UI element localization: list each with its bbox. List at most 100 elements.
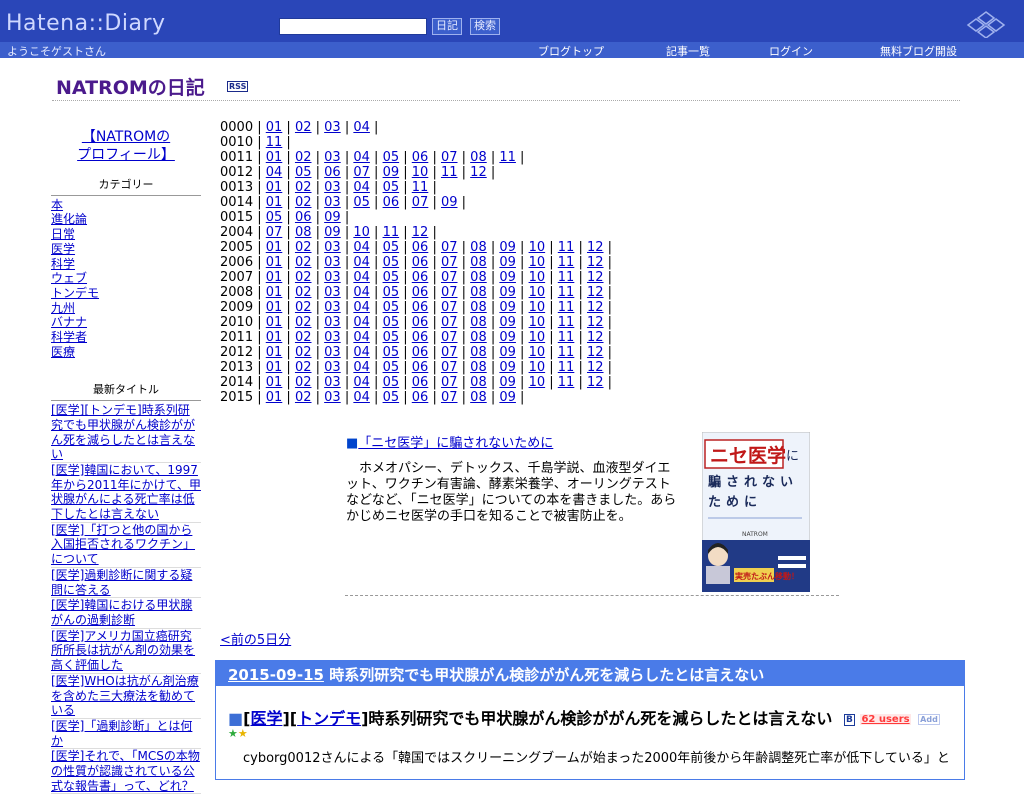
archive-month-link[interactable]: 10 — [529, 240, 546, 255]
archive-month-link[interactable]: 04 — [353, 120, 370, 135]
archive-month-link[interactable]: 07 — [441, 150, 458, 165]
archive-month-link[interactable]: 09 — [324, 210, 341, 225]
book-cover-image[interactable]: ニセ医学 に 騙されない ために NATROM 実売たぶん移動！ — [702, 432, 810, 592]
archive-month-link[interactable]: 05 — [383, 360, 400, 375]
archive-month-link[interactable]: 08 — [470, 375, 487, 390]
archive-month-link[interactable]: 01 — [266, 345, 283, 360]
archive-month-link[interactable]: 04 — [353, 330, 370, 345]
archive-month-link[interactable]: 05 — [383, 300, 400, 315]
archive-month-link[interactable]: 04 — [353, 150, 370, 165]
archive-month-link[interactable]: 06 — [412, 285, 429, 300]
archive-month-link[interactable]: 12 — [587, 270, 604, 285]
archive-month-link[interactable]: 11 — [558, 330, 575, 345]
archive-month-link[interactable]: 02 — [295, 240, 312, 255]
archive-month-link[interactable]: 08 — [470, 300, 487, 315]
category-link-tondemo[interactable]: トンデモ — [297, 709, 361, 728]
archive-month-link[interactable]: 07 — [441, 330, 458, 345]
archive-month-link[interactable]: 06 — [412, 330, 429, 345]
archive-month-link[interactable]: 07 — [441, 345, 458, 360]
archive-month-link[interactable]: 10 — [412, 165, 429, 180]
archive-month-link[interactable]: 03 — [324, 330, 341, 345]
entry-square-icon[interactable]: ■ — [228, 709, 243, 728]
archive-month-link[interactable]: 07 — [441, 240, 458, 255]
archive-month-link[interactable]: 11 — [558, 240, 575, 255]
book-promo-link[interactable]: 「ニセ医学」に騙されないために — [358, 436, 553, 451]
category-link[interactable]: 医療 — [51, 345, 75, 359]
archive-month-link[interactable]: 12 — [587, 300, 604, 315]
archive-month-link[interactable]: 07 — [266, 225, 283, 240]
archive-month-link[interactable]: 01 — [266, 270, 283, 285]
archive-month-link[interactable]: 05 — [383, 270, 400, 285]
archive-month-link[interactable]: 04 — [353, 180, 370, 195]
archive-month-link[interactable]: 05 — [383, 285, 400, 300]
category-link[interactable]: トンデモ — [51, 286, 99, 300]
archive-month-link[interactable]: 11 — [558, 285, 575, 300]
archive-month-link[interactable]: 01 — [266, 180, 283, 195]
archive-month-link[interactable]: 12 — [587, 255, 604, 270]
archive-month-link[interactable]: 01 — [266, 120, 283, 135]
archive-month-link[interactable]: 12 — [587, 375, 604, 390]
search-input[interactable] — [279, 18, 427, 35]
archive-month-link[interactable]: 12 — [587, 285, 604, 300]
archive-month-link[interactable]: 02 — [295, 300, 312, 315]
archive-month-link[interactable]: 08 — [470, 360, 487, 375]
archive-month-link[interactable]: 06 — [295, 210, 312, 225]
archive-month-link[interactable]: 09 — [383, 165, 400, 180]
archive-month-link[interactable]: 07 — [353, 165, 370, 180]
archive-month-link[interactable]: 02 — [295, 360, 312, 375]
archive-month-link[interactable]: 11 — [558, 345, 575, 360]
archive-month-link[interactable]: 10 — [529, 300, 546, 315]
archive-month-link[interactable]: 08 — [295, 225, 312, 240]
hatena-diary-logo[interactable]: Hatena::Diary — [6, 11, 166, 36]
archive-month-link[interactable]: 04 — [353, 285, 370, 300]
archive-month-link[interactable]: 08 — [470, 330, 487, 345]
diary-title[interactable]: NATROMの日記 — [56, 73, 205, 100]
archive-month-link[interactable]: 08 — [470, 150, 487, 165]
archive-month-link[interactable]: 06 — [412, 300, 429, 315]
archive-month-link[interactable]: 01 — [266, 255, 283, 270]
archive-month-link[interactable]: 09 — [441, 195, 458, 210]
archive-month-link[interactable]: 08 — [470, 285, 487, 300]
archive-month-link[interactable]: 07 — [441, 300, 458, 315]
archive-month-link[interactable]: 04 — [266, 165, 283, 180]
archive-month-link[interactable]: 04 — [353, 360, 370, 375]
archive-month-link[interactable]: 06 — [412, 375, 429, 390]
archive-month-link[interactable]: 03 — [324, 120, 341, 135]
archive-month-link[interactable]: 11 — [558, 270, 575, 285]
archive-month-link[interactable]: 03 — [324, 180, 341, 195]
archive-month-link[interactable]: 09 — [499, 315, 516, 330]
archive-month-link[interactable]: 05 — [383, 330, 400, 345]
search-button[interactable]: 検索 — [470, 18, 500, 35]
category-link[interactable]: 九州 — [51, 301, 75, 315]
archive-month-link[interactable]: 03 — [324, 150, 341, 165]
archive-month-link[interactable]: 10 — [529, 315, 546, 330]
archive-month-link[interactable]: 11 — [266, 135, 283, 150]
recent-title-link[interactable]: [医学]「打つと他の国から入国拒否されるワクチン」について — [51, 523, 195, 566]
recent-title-link[interactable]: [医学]韓国における甲状腺がんの過剰診断 — [51, 598, 192, 627]
nav-blog-top[interactable]: ブログトップ — [538, 43, 604, 59]
archive-month-link[interactable]: 09 — [324, 225, 341, 240]
profile-link[interactable]: 【NATROMの プロフィール】 — [51, 128, 201, 164]
archive-month-link[interactable]: 06 — [412, 390, 429, 405]
category-link[interactable]: 医学 — [51, 242, 75, 256]
archive-month-link[interactable]: 05 — [383, 345, 400, 360]
archive-month-link[interactable]: 09 — [499, 330, 516, 345]
archive-month-link[interactable]: 03 — [324, 255, 341, 270]
archive-month-link[interactable]: 11 — [499, 150, 516, 165]
archive-month-link[interactable]: 06 — [324, 165, 341, 180]
category-link[interactable]: ウェブ — [51, 271, 87, 285]
archive-month-link[interactable]: 12 — [587, 345, 604, 360]
nav-article-list[interactable]: 記事一覧 — [666, 43, 710, 59]
archive-month-link[interactable]: 05 — [383, 315, 400, 330]
archive-month-link[interactable]: 08 — [470, 240, 487, 255]
recent-title-link[interactable]: [医学]アメリカ国立癌研究所所長は抗がん剤の効果を高く評価した — [51, 629, 195, 672]
archive-month-link[interactable]: 06 — [412, 270, 429, 285]
archive-month-link[interactable]: 10 — [529, 285, 546, 300]
archive-month-link[interactable]: 05 — [266, 210, 283, 225]
archive-month-link[interactable]: 11 — [558, 255, 575, 270]
archive-month-link[interactable]: 01 — [266, 360, 283, 375]
archive-month-link[interactable]: 10 — [529, 375, 546, 390]
archive-month-link[interactable]: 04 — [353, 300, 370, 315]
category-link[interactable]: バナナ — [51, 315, 87, 329]
archive-month-link[interactable]: 11 — [558, 360, 575, 375]
